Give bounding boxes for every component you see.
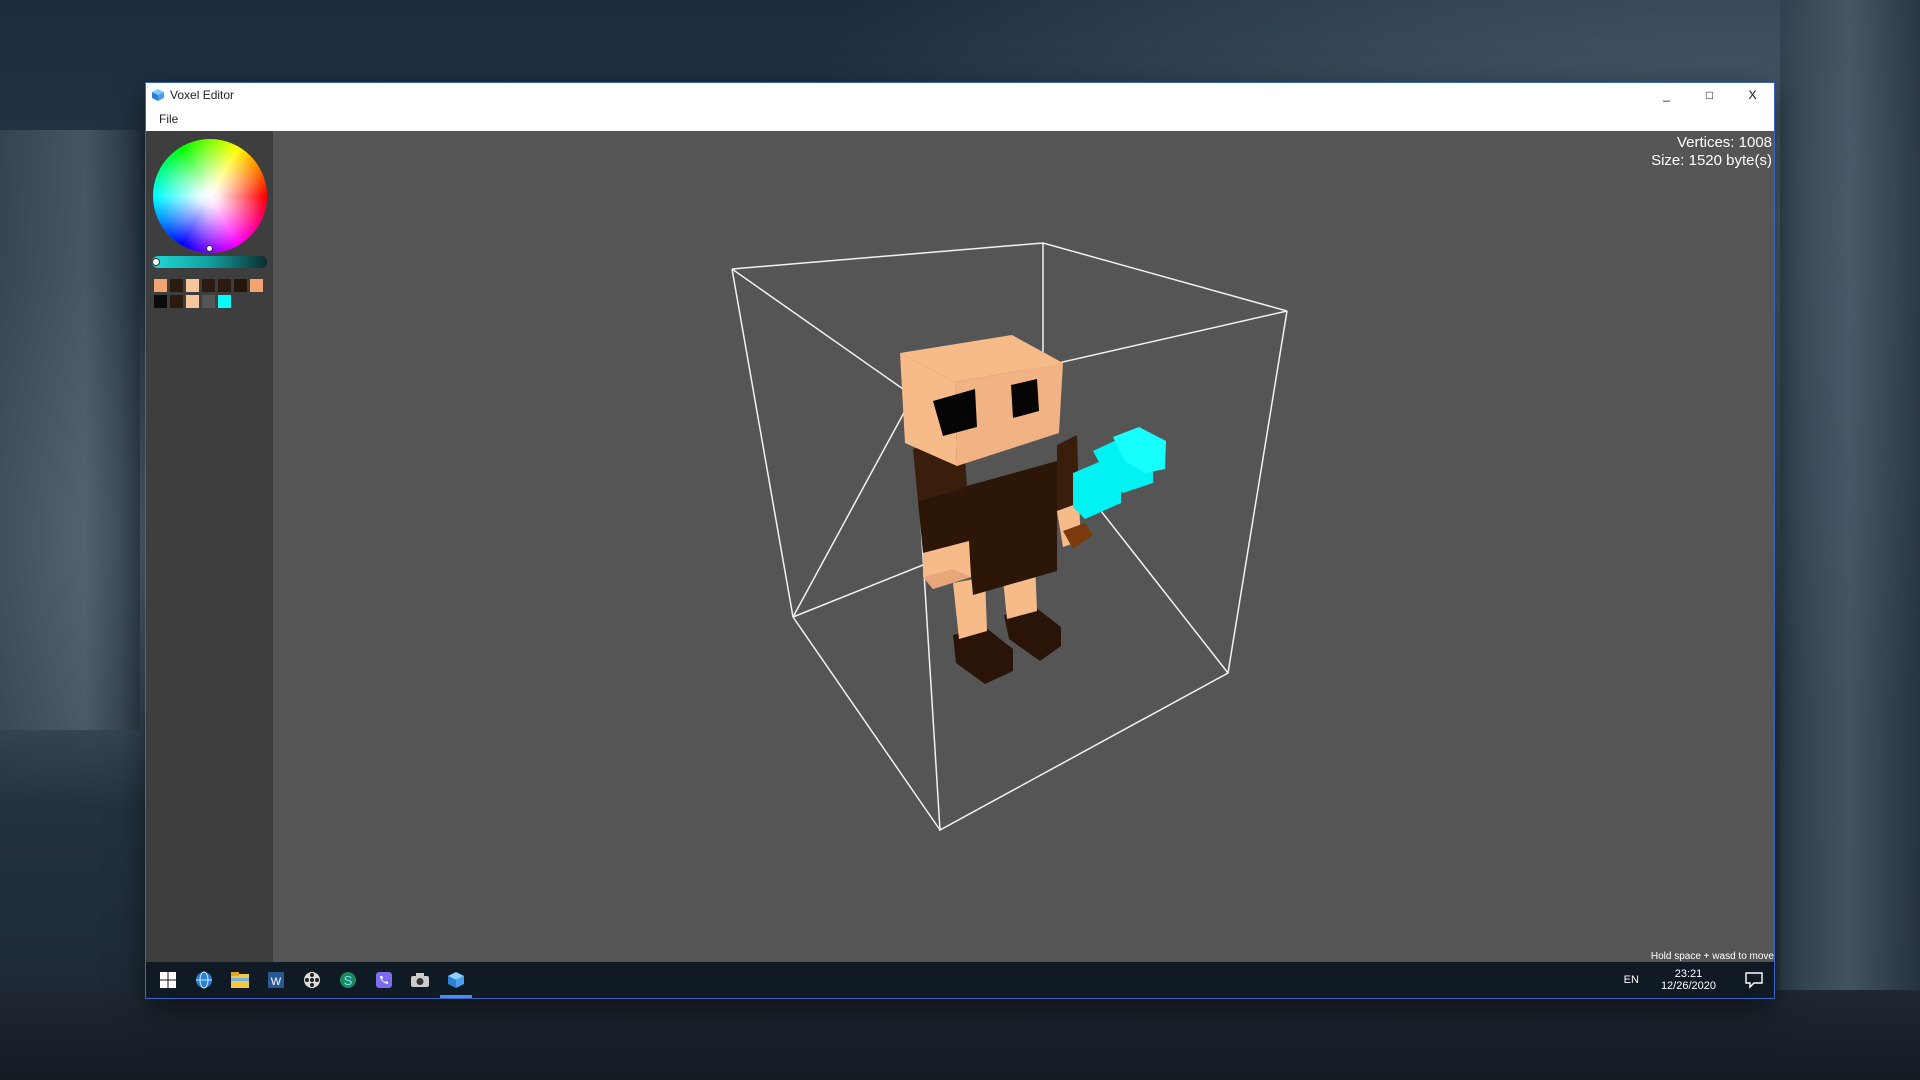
palette-swatch[interactable] <box>218 295 231 308</box>
voxel-editor-icon[interactable] <box>438 962 474 998</box>
close-button[interactable]: X <box>1731 83 1774 107</box>
svg-text:S: S <box>344 973 353 988</box>
camera-icon[interactable] <box>402 962 438 998</box>
brightness-slider[interactable] <box>152 256 267 268</box>
svg-text:W: W <box>271 976 282 988</box>
brightness-slider-handle[interactable] <box>152 258 160 266</box>
color-wheel-handle[interactable] <box>206 245 213 252</box>
background-floor <box>0 990 1920 1080</box>
palette-swatch[interactable] <box>154 295 167 308</box>
voxel-editor-window: Voxel Editor _ □ X File Vertices: 1008 S… <box>145 82 1775 999</box>
taskbar: W S EN 23:21 12/26/2020 <box>146 962 1774 998</box>
notification-center-icon[interactable] <box>1734 962 1774 998</box>
palette-swatch[interactable] <box>170 279 183 292</box>
diamond-sword <box>1073 427 1166 519</box>
palette-swatch[interactable] <box>154 279 167 292</box>
bbox-edge-bottom-left <box>792 616 941 831</box>
language-indicator[interactable]: EN <box>1624 974 1639 986</box>
film-reel-icon[interactable] <box>294 962 330 998</box>
3d-viewport[interactable]: Vertices: 1008 Size: 1520 byte(s) Hold s… <box>273 131 1774 962</box>
phone-app-icon[interactable] <box>366 962 402 998</box>
palette-swatch[interactable] <box>202 279 215 292</box>
background-desk-right <box>1780 0 1920 1080</box>
window-controls: _ □ X <box>1645 83 1774 107</box>
bbox-edge-left-vertical <box>731 268 794 618</box>
color-panel <box>146 131 273 962</box>
palette-swatch[interactable] <box>186 279 199 292</box>
clock[interactable]: 23:21 12/26/2020 <box>1661 968 1716 992</box>
file-size: Size: 1520 byte(s) <box>1651 152 1772 169</box>
clock-date: 12/26/2020 <box>1660 980 1716 992</box>
windows-start-icon[interactable] <box>150 962 186 998</box>
palette-swatch[interactable] <box>250 295 263 308</box>
palette-swatch[interactable] <box>202 295 215 308</box>
palette-swatch[interactable] <box>218 279 231 292</box>
word-icon[interactable]: W <box>258 962 294 998</box>
torso-front <box>963 461 1057 595</box>
menu-file[interactable]: File <box>159 112 178 126</box>
menu-bar: File <box>146 107 1774 131</box>
voxel-cube-icon <box>152 89 164 101</box>
character-head <box>900 335 1063 466</box>
minimize-button[interactable]: _ <box>1645 83 1688 107</box>
window-title: Voxel Editor <box>170 88 235 102</box>
palette-swatch[interactable] <box>250 279 263 292</box>
background-desk-left <box>0 130 140 730</box>
color-palette <box>154 279 266 308</box>
globe-icon[interactable] <box>186 962 222 998</box>
model-stats: Vertices: 1008 Size: 1520 byte(s) <box>1651 134 1772 170</box>
vertices-count: Vertices: 1008 <box>1676 134 1772 151</box>
file-explorer-icon[interactable] <box>222 962 258 998</box>
title-bar[interactable]: Voxel Editor _ □ X <box>146 83 1774 107</box>
color-wheel[interactable] <box>153 139 267 253</box>
clock-time: 23:21 <box>1674 968 1703 980</box>
s-app-icon[interactable]: S <box>330 962 366 998</box>
movement-hint: Hold space + wasd to move <box>1650 951 1774 962</box>
palette-swatch[interactable] <box>234 295 247 308</box>
palette-swatch[interactable] <box>186 295 199 308</box>
system-tray: EN 23:21 12/26/2020 <box>1624 962 1774 998</box>
palette-swatch[interactable] <box>234 279 247 292</box>
character-left-arm <box>918 487 971 589</box>
maximize-button[interactable]: □ <box>1688 83 1731 107</box>
palette-swatch[interactable] <box>170 295 183 308</box>
voxel-scene[interactable] <box>273 131 1774 962</box>
